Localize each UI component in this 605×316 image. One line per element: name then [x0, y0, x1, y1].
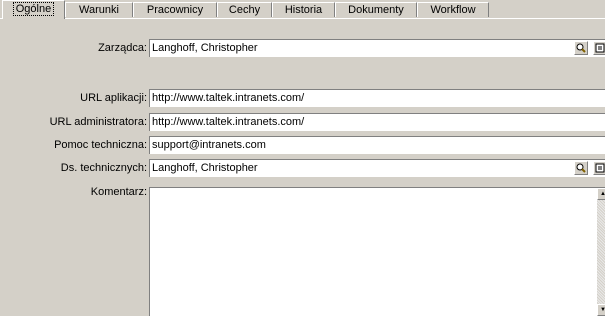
form-detail-icon[interactable]: [593, 41, 605, 55]
magnifier-icon[interactable]: [573, 41, 588, 55]
tech-contact-field[interactable]: Langhoff, Christopher: [149, 159, 605, 177]
comment-label: Komentarz:: [90, 186, 147, 198]
support-value: support@intranets.com: [152, 139, 266, 151]
magnifier-glyph: [576, 43, 586, 53]
tab-label: Dokumenty: [348, 4, 404, 16]
arrow-up-icon[interactable]: ▲: [597, 188, 605, 200]
tab-warunki[interactable]: Warunki: [65, 2, 133, 17]
tab-label: Pracownicy: [146, 4, 204, 16]
tab-strip: Ogólne Warunki Pracownicy Cechy Historia…: [0, 0, 605, 19]
tab-label: Cechy: [228, 4, 261, 16]
manager-label: Zarządca:: [98, 42, 147, 54]
comment-textarea[interactable]: ▲ ▼: [149, 187, 605, 316]
manager-buttons: [573, 41, 605, 55]
app-url-field[interactable]: http://www.taltek.intranets.com/: [149, 89, 605, 107]
tab-ogolne[interactable]: Ogólne: [2, 0, 65, 19]
admin-url-label: URL administratora:: [49, 116, 147, 128]
comment-scrollbar[interactable]: ▲ ▼: [597, 188, 605, 316]
magnifier-icon[interactable]: [573, 161, 588, 175]
support-field[interactable]: support@intranets.com: [149, 136, 605, 154]
tab-historia[interactable]: Historia: [272, 2, 335, 17]
form-detail-icon[interactable]: [593, 161, 605, 175]
tab-cechy[interactable]: Cechy: [217, 2, 272, 17]
tab-workflow[interactable]: Workflow: [417, 2, 489, 17]
tech-contact-buttons: [573, 161, 605, 175]
tab-label: Warunki: [79, 4, 119, 16]
arrow-down-icon[interactable]: ▼: [597, 304, 605, 316]
manager-value: Langhoff, Christopher: [152, 42, 258, 54]
app-url-value: http://www.taltek.intranets.com/: [152, 92, 305, 104]
form-detail-glyph: [595, 163, 605, 173]
tech-contact-value: Langhoff, Christopher: [152, 162, 258, 174]
tab-pracownicy[interactable]: Pracownicy: [133, 2, 217, 17]
app-url-label: URL aplikacji:: [80, 92, 147, 104]
tech-contact-label: Ds. technicznych:: [60, 162, 147, 174]
support-label: Pomoc techniczna:: [54, 139, 147, 151]
general-panel: Zarządca: Langhoff, Christopher URL apli…: [0, 19, 605, 316]
tab-dokumenty[interactable]: Dokumenty: [335, 2, 417, 17]
magnifier-glyph: [576, 163, 586, 173]
tab-label: Workflow: [430, 4, 476, 16]
admin-url-value: http://www.taltek.intranets.com/: [152, 116, 305, 128]
form-detail-glyph: [595, 43, 605, 53]
admin-url-field[interactable]: http://www.taltek.intranets.com/: [149, 113, 605, 131]
manager-field[interactable]: Langhoff, Christopher: [149, 39, 605, 57]
tab-label: Historia: [284, 4, 323, 16]
tab-label: Ogólne: [12, 2, 55, 16]
